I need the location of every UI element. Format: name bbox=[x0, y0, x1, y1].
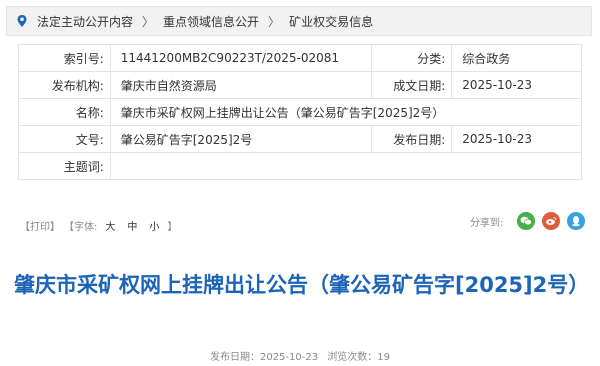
meta-row-subject: 主题词: bbox=[18, 152, 583, 180]
category-label: 分类: bbox=[371, 44, 453, 72]
index-label: 索引号: bbox=[18, 44, 111, 72]
document-meta-table: 索引号: 11441200MB2C90223T/2025-02081 分类: 综… bbox=[18, 44, 583, 180]
category-value: 综合政务 bbox=[451, 44, 582, 72]
meta-row-publisher: 发布机构: 肇庆市自然资源局 成文日期: 2025-10-23 bbox=[18, 71, 582, 99]
created-date-label: 成文日期: bbox=[371, 71, 453, 99]
font-size-medium-link[interactable]: 中 bbox=[127, 218, 137, 233]
created-date-value: 2025-10-23 bbox=[451, 71, 582, 99]
article-tools: 【打印】 【字体: 大 中 小 】 bbox=[20, 218, 177, 233]
doc-number-value: 肇公易矿告字[2025]2号 bbox=[109, 125, 373, 153]
breadcrumb-item-key-areas[interactable]: 重点领域信息公开 bbox=[163, 13, 259, 30]
location-pin-icon bbox=[15, 14, 29, 28]
breadcrumb: 法定主动公开内容 〉 重点领域信息公开 〉 矿业权交易信息 bbox=[6, 6, 592, 36]
publisher-label: 发布机构: bbox=[18, 71, 111, 99]
qq-icon[interactable] bbox=[567, 212, 586, 230]
font-size-large-link[interactable]: 大 bbox=[105, 218, 115, 233]
publisher-value: 肇庆市自然资源局 bbox=[109, 71, 373, 99]
views-label: 浏览次数： bbox=[327, 352, 378, 363]
weibo-icon[interactable] bbox=[542, 212, 561, 230]
publish-date-value: 2025-10-23 bbox=[451, 125, 582, 153]
doc-number-label: 文号: bbox=[18, 125, 111, 153]
breadcrumb-item-legal-disclosure[interactable]: 法定主动公开内容 bbox=[37, 13, 133, 30]
name-label: 名称: bbox=[18, 98, 111, 126]
print-link[interactable]: 【打印】 bbox=[20, 218, 60, 233]
index-value: 11441200MB2C90223T/2025-02081 bbox=[109, 44, 373, 72]
meta-row-name: 名称: 肇庆市采矿权网上挂牌出让公告（肇公易矿告字[2025]2号） bbox=[18, 98, 583, 126]
meta-row-index: 索引号: 11441200MB2C90223T/2025-02081 分类: 综… bbox=[18, 44, 582, 72]
font-size-close: 】 bbox=[167, 222, 178, 233]
article-title: 肇庆市采矿权网上挂牌出让公告（肇公易矿告字[2025]2号） bbox=[14, 273, 590, 297]
breadcrumb-item-mining-rights[interactable]: 矿业权交易信息 bbox=[289, 13, 373, 30]
subject-label: 主题词: bbox=[18, 152, 111, 180]
publish-date-label: 发布日期: bbox=[371, 125, 453, 153]
breadcrumb-separator: 〉 bbox=[268, 14, 281, 29]
views-value: 19 bbox=[377, 352, 391, 363]
article-pub-info: 发布日期：2025-10-23 浏览次数：19 bbox=[0, 348, 600, 363]
breadcrumb-separator: 〉 bbox=[142, 14, 155, 29]
share-label: 分享到: bbox=[470, 217, 504, 229]
subject-value bbox=[109, 152, 583, 180]
wechat-icon[interactable] bbox=[517, 212, 536, 230]
share-bar: 分享到: bbox=[470, 212, 592, 230]
font-size-small-link[interactable]: 小 bbox=[149, 218, 159, 233]
name-value: 肇庆市采矿权网上挂牌出让公告（肇公易矿告字[2025]2号） bbox=[109, 98, 583, 126]
font-size-label: 【字体: bbox=[64, 222, 98, 233]
pub-date-value: 2025-10-23 bbox=[259, 352, 319, 363]
pub-date-label: 发布日期： bbox=[209, 352, 260, 363]
meta-row-docno: 文号: 肇公易矿告字[2025]2号 发布日期: 2025-10-23 bbox=[18, 125, 582, 153]
